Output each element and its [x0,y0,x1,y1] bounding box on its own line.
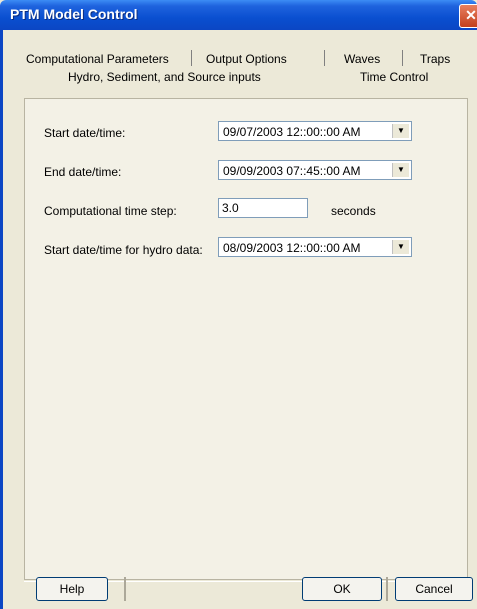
close-icon[interactable]: ✕ [459,4,477,28]
help-button[interactable]: Help [36,577,108,601]
time-control-panel: Start date/time: 09/07/2003 12::00::00 A… [24,98,468,580]
ok-button[interactable]: OK [302,577,382,601]
tab-waves[interactable]: Waves [344,52,380,66]
start-datetime-label: Start date/time: [44,126,126,140]
cancel-button[interactable]: Cancel [395,577,473,601]
tab-strip: Computational Parameters Output Options … [10,38,477,84]
window-title: PTM Model Control [10,6,138,22]
tab-computational-parameters[interactable]: Computational Parameters [26,52,169,66]
button-separator [124,577,126,601]
chevron-down-icon[interactable]: ▼ [392,124,409,138]
timestep-unit: seconds [331,204,376,218]
button-separator [386,577,388,601]
end-datetime-value: 09/09/2003 07::45::00 AM [223,164,361,178]
tab-output-options[interactable]: Output Options [206,52,287,66]
tab-separator [324,50,325,66]
start-datetime-value: 09/07/2003 12::00::00 AM [223,125,361,139]
end-datetime-label: End date/time: [44,165,122,179]
timestep-label: Computational time step: [44,204,177,218]
ptm-model-control-window: PTM Model Control ✕ Computational Parame… [0,0,477,609]
title-bar[interactable]: PTM Model Control ✕ [0,0,477,30]
tab-traps[interactable]: Traps [420,52,450,66]
tab-separator [191,50,192,66]
tab-separator [402,50,403,66]
tab-hydro-sediment-source-inputs[interactable]: Hydro, Sediment, and Source inputs [68,70,261,84]
hydro-start-datetime-label: Start date/time for hydro data: [44,243,203,257]
timestep-value: 3.0 [222,201,239,215]
tab-time-control[interactable]: Time Control [360,70,428,84]
start-datetime-combo[interactable]: 09/07/2003 12::00::00 AM ▼ [218,121,412,141]
chevron-down-icon[interactable]: ▼ [392,163,409,177]
window-frame-left [0,30,3,609]
hydro-start-datetime-combo[interactable]: 08/09/2003 12::00::00 AM ▼ [218,237,412,257]
hydro-start-datetime-value: 08/09/2003 12::00::00 AM [223,241,361,255]
timestep-input[interactable]: 3.0 [218,198,308,218]
end-datetime-combo[interactable]: 09/09/2003 07::45::00 AM ▼ [218,160,412,180]
chevron-down-icon[interactable]: ▼ [392,240,409,254]
